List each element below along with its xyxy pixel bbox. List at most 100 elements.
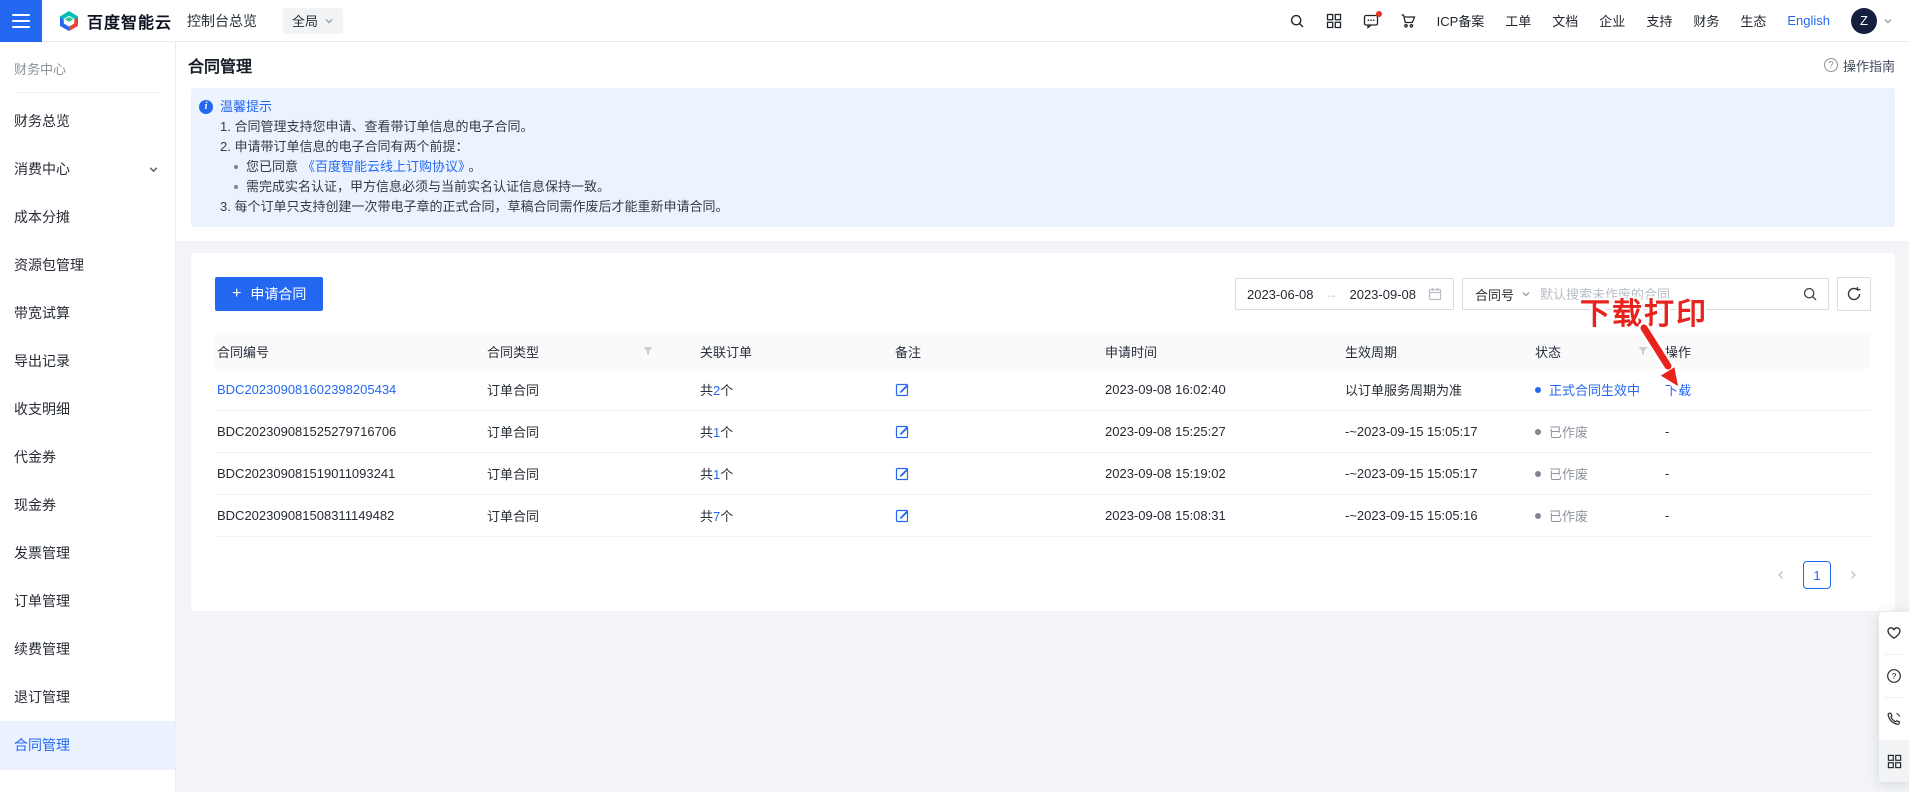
nav-docs[interactable]: 文档 (1552, 11, 1578, 30)
col-effective-period: 生效周期 (1343, 342, 1533, 361)
question-circle-icon: ? (1824, 58, 1838, 72)
sidebar-item-cash-coupons[interactable]: 现金券 (0, 481, 175, 529)
sidebar-item-cost-allocation[interactable]: 成本分摊 (0, 193, 175, 241)
table-row: BDC202309081602398205434 订单合同 共2个 2023-0… (215, 369, 1871, 411)
filter-funnel-icon[interactable] (642, 345, 654, 357)
account-menu[interactable]: Z (1851, 8, 1893, 34)
effective-period: 以订单服务周期为准 (1343, 380, 1533, 399)
prev-page-button[interactable] (1767, 561, 1795, 589)
contract-type: 订单合同 (485, 464, 698, 483)
date-end[interactable]: 2023-09-08 (1349, 287, 1416, 302)
apply-contract-button[interactable]: + 申请合同 (215, 277, 323, 311)
remark-edit-icon[interactable] (895, 424, 1103, 439)
contract-id-link[interactable]: BDC202309081602398205434 (217, 382, 396, 397)
apply-time: 2023-09-08 16:02:40 (1103, 382, 1343, 397)
avatar[interactable]: Z (1851, 8, 1877, 34)
tips-title: 温馨提示 (220, 97, 272, 117)
language-switch[interactable]: English (1787, 13, 1830, 28)
nav-ecosystem[interactable]: 生态 (1740, 11, 1766, 30)
date-start[interactable]: 2023-06-08 (1247, 287, 1314, 302)
search-field-select[interactable]: 合同号 (1463, 285, 1540, 304)
nav-tickets[interactable]: 工单 (1505, 11, 1531, 30)
sidebar-item-export-records[interactable]: 导出记录 (0, 337, 175, 385)
sidebar-item-resource-packages[interactable]: 资源包管理 (0, 241, 175, 289)
table-header-row: 合同编号 合同类型 关联订单 备注 申请时间 生效周期 状态 操作 (215, 333, 1871, 369)
refresh-button[interactable] (1837, 277, 1871, 311)
baidu-cloud-logo[interactable]: 百度智能云 (58, 9, 172, 33)
search-input[interactable] (1540, 287, 1792, 302)
col-action: 操作 (1663, 342, 1871, 361)
help-question-icon[interactable]: ? (1879, 655, 1909, 697)
status-badge: 正式合同生效中 (1535, 380, 1640, 399)
range-arrow-icon: → (1325, 287, 1337, 301)
logo-text: 百度智能云 (87, 9, 172, 33)
search-icon[interactable] (1289, 13, 1305, 29)
contracts-table: 合同编号 合同类型 关联订单 备注 申请时间 生效周期 状态 操作 (215, 333, 1871, 537)
region-selector[interactable]: 全局 (283, 8, 343, 34)
filter-funnel-icon[interactable] (1637, 345, 1649, 357)
sidebar-item-vouchers[interactable]: 代金券 (0, 433, 175, 481)
nav-support[interactable]: 支持 (1646, 11, 1672, 30)
hamburger-menu-button[interactable] (0, 0, 42, 42)
tips-line-3: 3. 每个订单只支持创建一次带电子章的正式合同，草稿合同需作废后才能重新申请合同… (199, 197, 1879, 217)
col-remark: 备注 (893, 342, 1103, 361)
col-apply-time: 申请时间 (1103, 342, 1343, 361)
chevron-down-icon (1883, 16, 1893, 26)
remark-edit-icon[interactable] (895, 382, 1103, 397)
related-orders: 共7个 (698, 506, 893, 525)
sidebar-item-finance-overview[interactable]: 财务总览 (0, 97, 175, 145)
page-number[interactable]: 1 (1803, 561, 1831, 589)
tips-bullet-2: 需完成实名认证，甲方信息必须与当前实名认证信息保持一致。 (199, 177, 1879, 197)
contract-type: 订单合同 (485, 422, 698, 441)
nav-finance[interactable]: 财务 (1693, 11, 1719, 30)
plus-icon: + (232, 286, 241, 302)
sidebar-item-unsubscribe-management[interactable]: 退订管理 (0, 673, 175, 721)
apply-time: 2023-09-08 15:19:02 (1103, 466, 1343, 481)
next-page-button[interactable] (1839, 561, 1867, 589)
sidebar-item-income-expense[interactable]: 收支明细 (0, 385, 175, 433)
col-contract-id: 合同编号 (215, 342, 485, 361)
purchase-agreement-link[interactable]: 《百度智能云线上订购协议》 (302, 159, 465, 174)
message-icon[interactable] (1363, 13, 1379, 29)
apply-time: 2023-09-08 15:08:31 (1103, 508, 1343, 523)
phone-contact-icon[interactable] (1879, 698, 1909, 740)
remark-edit-icon[interactable] (895, 508, 1103, 523)
download-link[interactable]: 下载 (1665, 383, 1691, 398)
search-button[interactable] (1792, 279, 1828, 309)
status-badge: 已作废 (1535, 464, 1588, 483)
sidebar-item-renewal-management[interactable]: 续费管理 (0, 625, 175, 673)
sidebar-item-invoice-management[interactable]: 发票管理 (0, 529, 175, 577)
sidebar-item-contract-management[interactable]: 合同管理 (0, 721, 175, 769)
related-orders: 共1个 (698, 464, 893, 483)
contract-id: BDC202309081508311149482 (215, 508, 485, 523)
more-tools-grid-icon[interactable] (1879, 740, 1909, 782)
remark-edit-icon[interactable] (895, 466, 1103, 481)
date-range-picker[interactable]: 2023-06-08 → 2023-09-08 (1235, 278, 1454, 310)
bullet-dot (234, 185, 238, 189)
nav-enterprise[interactable]: 企业 (1599, 11, 1625, 30)
console-grid-icon[interactable] (1326, 13, 1342, 29)
tips-line-1: 1. 合同管理支持您申请、查看带订单信息的电子合同。 (199, 117, 1879, 137)
nav-icp[interactable]: ICP备案 (1437, 11, 1485, 30)
topbar: 百度智能云 控制台总览 全局 ICP备案 工单 文档 企业 支持 财务 生态 E… (0, 0, 1909, 42)
main-content: 合同管理 ? 操作指南 i 温馨提示 1. 合同管理支持您申请、查看带订单信息的… (176, 42, 1909, 792)
sidebar-item-consumption-center[interactable]: 消费中心 (0, 145, 175, 193)
table-row: BDC202309081519011093241 订单合同 共1个 2023-0… (215, 453, 1871, 495)
operation-guide-link[interactable]: ? 操作指南 (1824, 56, 1895, 75)
status-badge: 已作废 (1535, 422, 1588, 441)
table-row: BDC202309081508311149482 订单合同 共7个 2023-0… (215, 495, 1871, 537)
console-overview-link[interactable]: 控制台总览 (187, 11, 257, 31)
effective-period: -~2023-09-15 15:05:17 (1343, 424, 1533, 439)
effective-period: -~2023-09-15 15:05:16 (1343, 508, 1533, 523)
sidebar-item-order-management[interactable]: 订单管理 (0, 577, 175, 625)
pagination: 1 (215, 561, 1871, 589)
page-title: 合同管理 (188, 53, 252, 77)
sidebar-item-bandwidth-trial[interactable]: 带宽试算 (0, 289, 175, 337)
favorite-heart-icon[interactable] (1879, 612, 1909, 654)
notification-badge (1376, 11, 1382, 17)
logo-icon (58, 10, 80, 32)
floating-toolbar: ? (1879, 612, 1909, 782)
cart-icon[interactable] (1400, 13, 1416, 29)
info-icon: i (199, 100, 213, 114)
chevron-down-icon (1521, 289, 1531, 299)
